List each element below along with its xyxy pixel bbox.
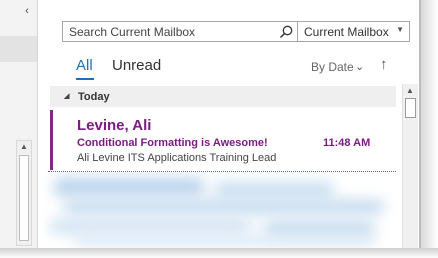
arrow-up-icon[interactable]: ↑ bbox=[380, 56, 388, 73]
search-scope-label: Current Mailbox bbox=[304, 24, 389, 39]
triangle-down-icon[interactable]: ◢ bbox=[64, 92, 69, 100]
scroll-up-icon[interactable]: ▲ bbox=[406, 86, 414, 95]
search-input[interactable] bbox=[63, 22, 275, 41]
blurred-content bbox=[50, 218, 250, 234]
blurred-content bbox=[214, 182, 334, 198]
blurred-message-region bbox=[44, 172, 398, 248]
message-time: 11:48 AM bbox=[323, 137, 371, 149]
search-bar: Current Mailbox ▼ bbox=[62, 21, 410, 42]
mail-list-window: ‹ ▲ Current Mailbox ▼ All Unread By Date… bbox=[0, 0, 438, 258]
tab-unread[interactable]: Unread bbox=[112, 57, 161, 74]
message-preview: Ali Levine ITS Applications Training Lea… bbox=[77, 152, 277, 164]
group-header-label: Today bbox=[78, 90, 110, 103]
scrollbar-thumb[interactable] bbox=[405, 98, 416, 118]
tab-active-indicator bbox=[76, 78, 94, 80]
message-sender: Levine, Ali bbox=[77, 117, 152, 134]
folder-pane-scrollbar[interactable]: ▲ bbox=[16, 140, 32, 246]
blurred-content bbox=[64, 200, 384, 214]
search-scope-dropdown[interactable]: Current Mailbox ▼ bbox=[297, 22, 409, 41]
scroll-up-icon[interactable]: ▲ bbox=[17, 141, 31, 153]
tab-all[interactable]: All bbox=[76, 57, 93, 74]
window-shadow bbox=[0, 248, 438, 258]
chevron-down-icon[interactable]: ⌄ bbox=[355, 60, 364, 73]
window-shadow bbox=[421, 0, 438, 258]
message-list-item[interactable]: Levine, Ali Conditional Formatting is Aw… bbox=[50, 110, 396, 170]
scrollbar-thumb[interactable] bbox=[19, 155, 29, 241]
blurred-content bbox=[74, 234, 374, 246]
folder-pane: ‹ ▲ bbox=[0, 0, 38, 248]
message-subject: Conditional Formatting is Awesome! bbox=[77, 137, 268, 149]
folder-pane-selected-item[interactable] bbox=[0, 36, 37, 62]
chevron-left-icon[interactable]: ‹ bbox=[20, 4, 34, 18]
chevron-down-icon: ▼ bbox=[396, 25, 404, 34]
search-icon[interactable] bbox=[275, 22, 297, 41]
blurred-content bbox=[54, 178, 204, 196]
group-header-today[interactable]: ◢ Today bbox=[50, 86, 396, 107]
sort-by-button[interactable]: By Date bbox=[311, 60, 354, 74]
message-list-scrollbar[interactable]: ▲ bbox=[402, 84, 418, 248]
